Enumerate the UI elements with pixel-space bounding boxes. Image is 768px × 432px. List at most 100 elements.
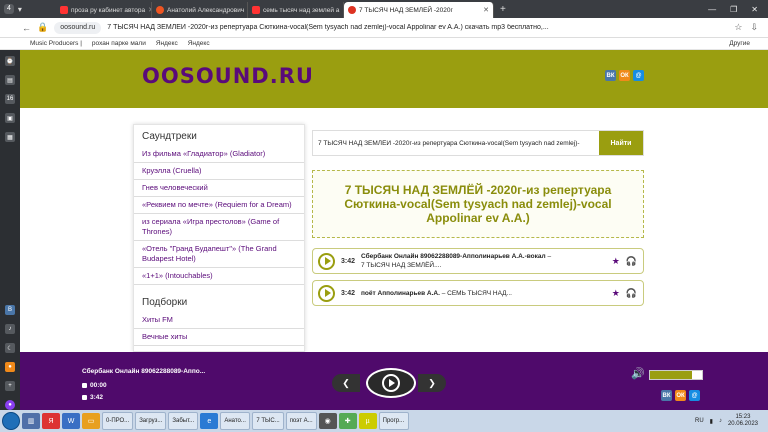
yandex-icon[interactable]: Я (42, 413, 60, 429)
close-icon[interactable]: ✕ (483, 6, 489, 14)
download-icon[interactable]: ⇩ (750, 22, 758, 33)
site-logo[interactable]: OOSOUND.RU (142, 64, 314, 88)
sidebar-link[interactable]: из сериала «Игра престолов» (Game of Thr… (134, 214, 304, 241)
bookmark-icon[interactable]: ☆ (734, 22, 742, 33)
back-icon[interactable]: ← (22, 23, 31, 33)
sidebar-link[interactable]: Вечные хиты (134, 329, 304, 346)
game-icon[interactable]: ✚ (338, 413, 357, 429)
history-icon[interactable]: ⌚ (5, 56, 15, 66)
ie-icon[interactable]: e (200, 413, 219, 429)
track-info[interactable]: Сбербанк Онлайн 89062288089-Апполинарьев… (361, 252, 612, 270)
taskbar-window-button[interactable]: Анато... (220, 412, 251, 430)
browser-tab[interactable]: проза ру кабинет автора✕ (56, 2, 152, 18)
track-actions: ★ 🎧 (612, 256, 643, 267)
browser-tab[interactable]: Анатолий Александрович✕ (152, 2, 248, 18)
sidebar-link[interactable]: Круэлла (Cruella) (134, 163, 304, 180)
ok-share-icon[interactable]: ОК (675, 390, 686, 401)
headphones-icon[interactable]: 🎧 (626, 288, 637, 299)
taskbar-window-label: 0-ПРО... (106, 418, 130, 424)
collections-icon[interactable]: ▣ (5, 113, 15, 123)
play-icon[interactable] (318, 284, 335, 302)
apps-icon[interactable]: ▦ (5, 132, 15, 142)
clock[interactable]: 15:23 20.06.2023 (728, 414, 758, 428)
taskbar-window-button[interactable]: Загруз... (135, 412, 167, 430)
language-indicator[interactable]: RU (695, 418, 704, 424)
star-icon[interactable]: ★ (612, 256, 620, 267)
sidebar-link[interactable]: Хиты FM (134, 312, 304, 329)
vk-share-icon[interactable]: ВК (605, 70, 616, 81)
bookmark-item[interactable]: рохан парке мали (92, 40, 146, 47)
tab-strip-left: 4 ▾ (0, 4, 56, 14)
lock-icon[interactable]: 🔒 (37, 22, 48, 33)
vk-share-icon[interactable]: ВК (661, 390, 672, 401)
bookmark-item[interactable]: Яндекс (156, 40, 178, 47)
star-icon[interactable]: ★ (612, 288, 620, 299)
tab-label: 7 ТЫСЯЧ НАД ЗЕМЛЕЙ -2020г (359, 6, 453, 14)
moon-icon[interactable]: ☾ (5, 343, 15, 353)
notes-icon[interactable]: ▤ (5, 75, 15, 85)
word-icon[interactable]: W (62, 413, 80, 429)
media-icon[interactable]: ◉ (318, 413, 337, 429)
market-icon[interactable]: ● (5, 362, 15, 372)
alice-assistant-icon[interactable]: ● (5, 400, 15, 410)
bookmark-item[interactable]: Яндекс (188, 40, 210, 47)
start-button[interactable] (2, 412, 20, 430)
search-input[interactable] (313, 131, 599, 155)
vk-icon[interactable]: В (5, 305, 15, 315)
url-field[interactable]: oosound.ru 7 ТЫСЯЧ НАД ЗЕМЛЕЙ -2020г-из … (54, 21, 694, 35)
tab-list-icon[interactable]: ▾ (18, 5, 22, 14)
explorer-icon[interactable]: ▥ (22, 413, 40, 429)
browser-tab[interactable]: семь тысяч над землей а✕ (248, 2, 344, 18)
prev-button[interactable]: ❮ (332, 374, 360, 392)
other-bookmarks[interactable]: Другие (729, 40, 768, 47)
sidebar-link[interactable]: «Отель "Гранд Будапешт"» (The Grand Buda… (134, 241, 304, 268)
maximize-icon[interactable]: ❐ (730, 5, 737, 14)
taskbar-window-button[interactable]: поэт А... (285, 412, 317, 430)
bookmarks-bar: Music Producers | рохан парке мали Яндек… (0, 38, 768, 50)
bookmark-item[interactable]: Music Producers | (30, 40, 82, 47)
taskbar-window-button[interactable]: 0-ПРО... (102, 412, 134, 430)
taskbar-window-button[interactable]: Забыт... (168, 412, 199, 430)
current-time-value: 00:00 (90, 382, 107, 389)
track-artist: Сбербанк Онлайн 89062288089-Апполинарьев… (361, 253, 546, 260)
yandex-favicon-icon (60, 6, 68, 14)
music-icon[interactable]: ♪ (5, 324, 15, 334)
new-tab-icon[interactable]: + (500, 4, 506, 15)
sidebar-link[interactable]: Гнев человеческий (134, 180, 304, 197)
minimize-icon[interactable]: — (708, 5, 716, 14)
sidebar-link[interactable]: Из фильма «Гладиатор» (Gladiator) (134, 146, 304, 163)
taskbar-window-label: Анато... (224, 418, 246, 424)
network-icon[interactable]: ▮ (710, 418, 713, 425)
sidebar-link[interactable]: «Реквием по мечте» (Requiem for a Dream) (134, 197, 304, 214)
mail-share-icon[interactable]: @ (633, 70, 644, 81)
torrent-icon[interactable]: µ (358, 413, 377, 429)
volume-slider[interactable] (649, 370, 703, 380)
track-row[interactable]: 3:42 Сбербанк Онлайн 89062288089-Апполин… (312, 248, 644, 274)
ok-share-icon[interactable]: ОК (619, 70, 630, 81)
taskbar-window-button[interactable]: Прогр... (378, 412, 409, 430)
close-window-icon[interactable]: ✕ (751, 5, 758, 14)
speaker-icon[interactable]: ♪ (719, 418, 722, 424)
next-button[interactable]: ❯ (418, 374, 446, 392)
folder-icon[interactable]: ▭ (82, 413, 100, 429)
headphones-icon[interactable]: 🎧 (626, 256, 637, 267)
downloads-icon[interactable]: 16 (5, 94, 15, 104)
add-icon[interactable]: + (5, 381, 15, 391)
url-domain[interactable]: oosound.ru (54, 21, 102, 34)
track-duration: 3:42 (341, 257, 356, 265)
mail-share-icon[interactable]: @ (689, 390, 700, 401)
browser-tab-active[interactable]: 7 ТЫСЯЧ НАД ЗЕМЛЕЙ -2020г ✕ (344, 2, 494, 18)
play-icon[interactable] (318, 252, 335, 270)
main-content: Саундтреки Из фильма «Гладиатор» (Gladia… (20, 108, 768, 352)
volume-icon[interactable]: 🔊 (631, 367, 645, 380)
track-info[interactable]: поёт Апполинарьев А.А. – СЕМЬ ТЫСЯЧ НАД.… (361, 289, 612, 298)
header-social-links: ВК ОК @ (605, 70, 644, 81)
play-button[interactable] (366, 368, 416, 398)
track-row[interactable]: 3:42 поёт Апполинарьев А.А. – СЕМЬ ТЫСЯЧ… (312, 280, 644, 306)
url-page-title: 7 ТЫСЯЧ НАД ЗЕМЛЕЙ -2020г-из репертуара … (107, 24, 549, 31)
track-artist: поёт Апполинарьев А.А. (361, 289, 440, 297)
sidebar-link[interactable]: «1+1» (Intouchables) (134, 268, 304, 285)
taskbar-window-button[interactable]: 7 ТЫС... (252, 412, 284, 430)
tab-count-badge[interactable]: 4 (4, 4, 14, 14)
search-button[interactable]: Найти (599, 131, 643, 155)
